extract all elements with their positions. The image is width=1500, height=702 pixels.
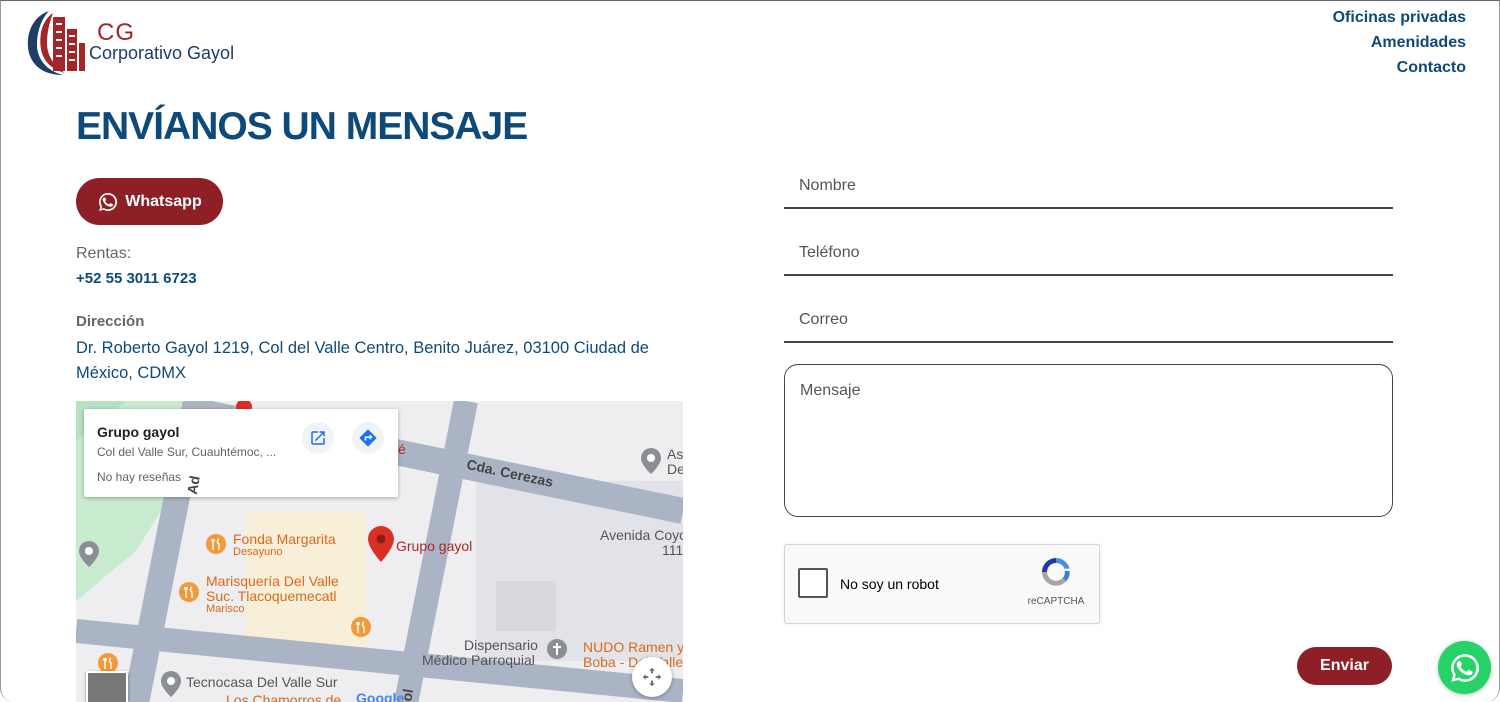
main-nav: Oficinas privadas Amenidades Contacto	[1333, 5, 1466, 80]
church-icon	[547, 639, 567, 659]
street-view-thumbnail[interactable]	[86, 671, 128, 702]
map-label-cafe: é	[398, 441, 406, 457]
nav-amenidades[interactable]: Amenidades	[1333, 30, 1466, 55]
whatsapp-button[interactable]: Whatsapp	[76, 178, 223, 225]
map-label-avenida: Avenida Coyo	[600, 527, 683, 543]
map-place-reviews[interactable]: No hay reseñas	[97, 470, 181, 484]
restaurant-icon	[351, 617, 371, 637]
recaptcha-brand: reCAPTCHA	[1027, 596, 1085, 607]
logo-building-icon	[27, 11, 85, 75]
map-place-card: Grupo gayol Col del Valle Sur, Cuauhtémo…	[84, 409, 398, 497]
whatsapp-button-label: Whatsapp	[125, 192, 202, 210]
map-label-chamorros: Los Chamorros de	[226, 692, 342, 702]
map-label-fonda: Fonda Margarita	[233, 531, 336, 547]
nav-contacto[interactable]: Contacto	[1333, 55, 1466, 80]
direccion-value: Dr. Roberto Gayol 1219, Col del Valle Ce…	[76, 339, 649, 382]
logo-name: Corporativo Gayol	[89, 43, 235, 63]
map-label-grupo: Grupo gayol	[396, 538, 473, 554]
direccion-label: Dirección	[76, 313, 145, 330]
page-title: ENVÍANOS UN MENSAJE	[76, 105, 528, 148]
mensaje-textarea[interactable]	[784, 364, 1393, 517]
map-label-nudo-1: NUDO Ramen y	[583, 639, 683, 655]
map-place-name[interactable]: Grupo gayol	[97, 424, 179, 440]
directions-icon[interactable]	[352, 422, 384, 454]
map-pin-icon	[79, 541, 99, 567]
recaptcha-logo[interactable]: reCAPTCHA	[1021, 555, 1091, 607]
map-label-top-right: AsDe	[667, 446, 683, 477]
recaptcha-icon	[1042, 558, 1070, 586]
site-logo[interactable]: CG Corporativo Gayol	[23, 5, 243, 77]
recaptcha-widget: No soy un robot reCAPTCHA	[784, 544, 1100, 624]
correo-input[interactable]	[784, 298, 1393, 343]
whatsapp-icon	[1450, 653, 1479, 682]
map-pin-icon	[161, 671, 181, 697]
restaurant-icon	[179, 582, 199, 602]
restaurant-icon	[206, 534, 226, 554]
rentas-label: Rentas:	[76, 245, 132, 262]
nombre-input[interactable]	[784, 164, 1393, 209]
map-label-marisqueria-1: Marisquería Del Valle	[206, 573, 339, 589]
whatsapp-icon	[99, 192, 118, 211]
open-external-icon[interactable]	[302, 422, 334, 454]
map-pin-icon	[368, 526, 394, 562]
page: CG Corporativo Gayol Oficinas privadas A…	[0, 0, 1500, 702]
telefono-input[interactable]	[784, 231, 1393, 276]
whatsapp-float-button[interactable]	[1438, 641, 1491, 694]
recaptcha-label: No soy un robot	[840, 576, 939, 592]
map-label-dispensario-1: Dispensario	[464, 637, 538, 653]
enviar-button[interactable]: Enviar	[1297, 647, 1392, 685]
map-label-marisqueria-2: Suc. Tlacoquemecatl	[206, 588, 337, 604]
move-icon	[642, 667, 662, 687]
rentas-phone-link[interactable]: +52 55 3011 6723	[76, 270, 197, 287]
map-label-marisqueria-sub: Marisco	[206, 603, 245, 615]
map-label-dispensario-2: Médico Parroquial	[422, 652, 535, 668]
map-pin-icon	[641, 448, 661, 474]
map-place-address: Col del Valle Sur, Cuauhtémoc, ...	[97, 445, 277, 459]
map-label-avenida-num: 111	[662, 542, 683, 558]
google-logo[interactable]: Google	[356, 690, 404, 702]
recaptcha-checkbox[interactable]	[798, 568, 828, 598]
map-move-control[interactable]	[632, 657, 672, 697]
google-map[interactable]: Grupo gayol Col del Valle Sur, Cuauhtémo…	[76, 401, 683, 702]
map-label-tecnocasa: Tecnocasa Del Valle Sur	[186, 674, 338, 690]
nav-oficinas-privadas[interactable]: Oficinas privadas	[1333, 5, 1466, 30]
map-street-left: Ad	[183, 474, 203, 496]
map-label-fonda-sub: Desayuno	[233, 546, 283, 558]
